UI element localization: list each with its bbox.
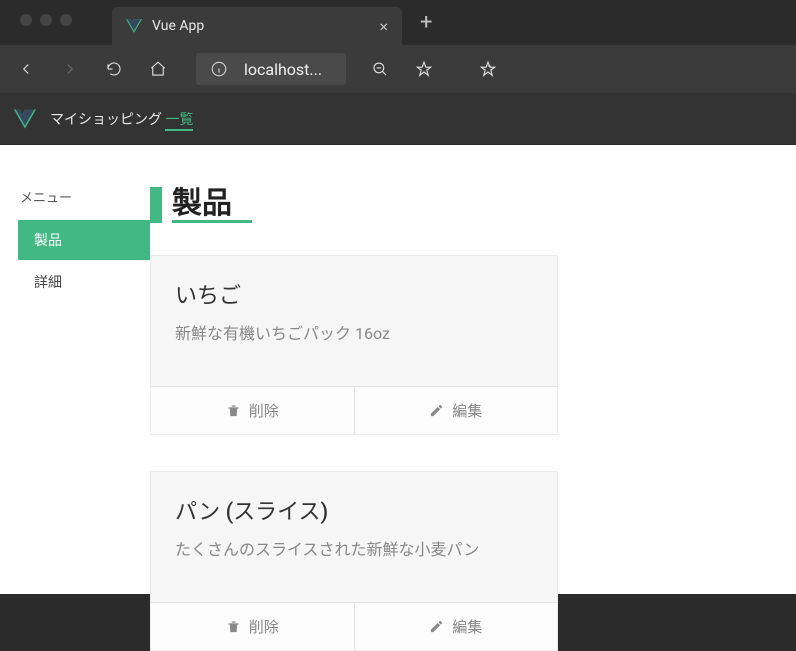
- product-description: たくさんのスライスされた新鮮な小麦パン: [175, 536, 533, 560]
- sidebar-item-products[interactable]: 製品: [18, 220, 150, 260]
- forward-button[interactable]: [50, 49, 90, 89]
- edit-button[interactable]: 編集: [355, 387, 558, 434]
- favorite-button[interactable]: [404, 49, 444, 89]
- delete-label: 削除: [249, 616, 279, 637]
- card-body: いちご 新鮮な有機いちごパック 16oz: [151, 256, 557, 386]
- app-navbar: マイショッピング 一覧: [0, 93, 796, 145]
- window-minimize[interactable]: [40, 14, 52, 26]
- product-card: いちご 新鮮な有機いちごパック 16oz 削除 編集: [150, 255, 558, 435]
- edit-label: 編集: [452, 400, 482, 421]
- back-button[interactable]: [6, 49, 46, 89]
- home-button[interactable]: [138, 49, 178, 89]
- trash-icon: [226, 403, 241, 418]
- edit-button[interactable]: 編集: [355, 603, 558, 650]
- sidebar-heading: メニュー: [18, 187, 150, 206]
- site-info-icon[interactable]: [210, 60, 228, 78]
- browser-tab[interactable]: Vue App ×: [112, 7, 402, 45]
- tab-title: Vue App: [152, 18, 379, 34]
- address-bar[interactable]: localhost...: [196, 53, 346, 85]
- main: 製品 いちご 新鮮な有機いちごパック 16oz 削除 編集 パ: [150, 187, 796, 594]
- product-name: いちご: [175, 278, 533, 310]
- trash-icon: [226, 619, 241, 634]
- vue-icon: [126, 19, 142, 33]
- content-area: メニュー 製品 詳細 製品 いちご 新鮮な有機いちごパック 16oz 削除: [0, 145, 796, 594]
- app-title-accent: 一覧: [165, 112, 193, 131]
- product-card: パン (スライス) たくさんのスライスされた新鮮な小麦パン 削除 編集: [150, 471, 558, 651]
- card-actions: 削除 編集: [151, 386, 557, 434]
- edit-icon: [429, 619, 444, 634]
- edit-label: 編集: [452, 616, 482, 637]
- card-actions: 削除 編集: [151, 602, 557, 650]
- favorites-list-button[interactable]: [468, 49, 508, 89]
- window-controls: [8, 0, 84, 26]
- sidebar-item-label: 製品: [34, 233, 62, 249]
- window-close[interactable]: [20, 14, 32, 26]
- product-description: 新鮮な有機いちごパック 16oz: [175, 320, 533, 344]
- page-title: 製品: [172, 187, 252, 223]
- app-title: マイショッピング 一覧: [50, 109, 193, 129]
- zoom-out-button[interactable]: [360, 49, 400, 89]
- refresh-button[interactable]: [94, 49, 134, 89]
- window-maximize[interactable]: [60, 14, 72, 26]
- sidebar-item-details[interactable]: 詳細: [18, 262, 150, 302]
- browser-tab-strip: Vue App × +: [0, 0, 796, 45]
- new-tab-button[interactable]: +: [420, 10, 432, 35]
- delete-button[interactable]: 削除: [151, 603, 355, 650]
- tab-close-button[interactable]: ×: [379, 17, 388, 36]
- page-title-wrap: 製品: [150, 187, 756, 223]
- product-name: パン (スライス): [175, 494, 533, 526]
- card-body: パン (スライス) たくさんのスライスされた新鮮な小麦パン: [151, 472, 557, 602]
- sidebar-item-label: 詳細: [34, 275, 62, 291]
- app-logo-icon: [14, 109, 36, 129]
- delete-button[interactable]: 削除: [151, 387, 355, 434]
- edit-icon: [429, 403, 444, 418]
- app-title-prefix: マイショッピング: [50, 112, 165, 128]
- delete-label: 削除: [249, 400, 279, 421]
- sidebar: メニュー 製品 詳細: [0, 187, 150, 594]
- url-text: localhost...: [244, 60, 322, 79]
- title-accent-bar: [150, 187, 162, 223]
- browser-toolbar: localhost...: [0, 45, 796, 93]
